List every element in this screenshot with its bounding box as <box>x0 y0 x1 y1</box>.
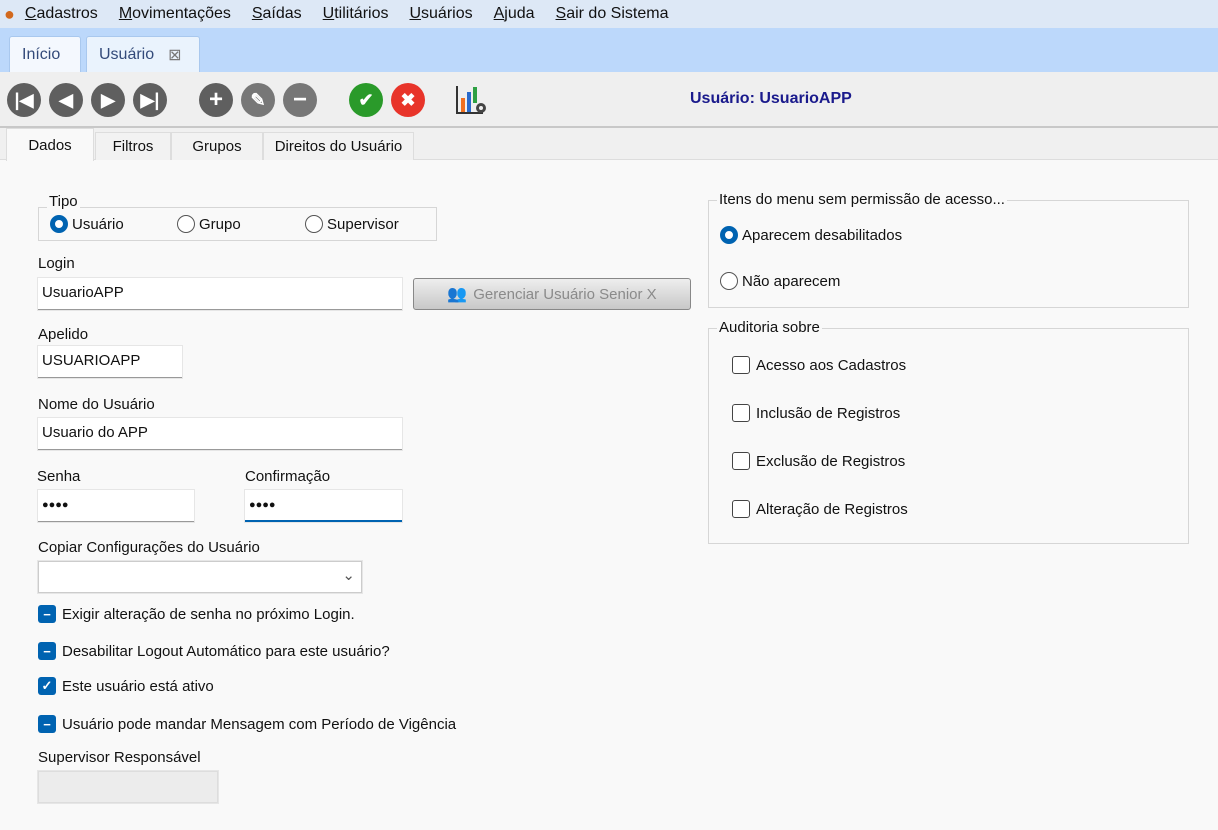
apelido-input[interactable]: USUARIOAPP <box>38 346 182 378</box>
supervisor-label: Supervisor Responsável <box>38 749 201 766</box>
menu-permission-legend: Itens do menu sem permissão de acesso... <box>717 191 1007 208</box>
checkbox-label: Desabilitar Logout Automático para este … <box>62 642 390 660</box>
nome-label: Nome do Usuário <box>38 396 155 413</box>
tipo-legend: Tipo <box>47 193 80 210</box>
checkbox-inclusao-registros[interactable]: Inclusão de Registros <box>732 404 900 422</box>
checkbox-indeterminate-icon: − <box>38 642 56 660</box>
menu-saidas[interactable]: Saídas <box>252 5 302 23</box>
radio-icon <box>177 215 195 233</box>
button-label: Gerenciar Usuário Senior X <box>473 285 657 303</box>
report-settings-icon[interactable] <box>455 84 489 116</box>
checkbox-label: Acesso aos Cadastros <box>756 356 907 374</box>
form-tabs: Dados Filtros Grupos Direitos do Usuário <box>0 128 1218 161</box>
auditoria-legend: Auditoria sobre <box>717 319 822 336</box>
radio-label: Aparecem desabilitados <box>742 226 903 244</box>
toolbar: |◀ ◀ ▶ ▶| + ✎ − ✔ ✖ Usuário: UsuarioAPP <box>0 72 1218 128</box>
apelido-label: Apelido <box>38 326 89 343</box>
checkbox-label: Usuário pode mandar Mensagem com Período… <box>62 715 457 733</box>
tab-inicio[interactable]: Início <box>9 36 81 72</box>
checkbox-exigir-senha[interactable]: − Exigir alteração de senha no próximo Lo… <box>38 605 355 623</box>
menu-ajuda[interactable]: Ajuda <box>494 5 535 23</box>
radio-icon <box>720 272 738 290</box>
menu-cadastros[interactable]: Cadastros <box>25 5 98 23</box>
login-label: Login <box>38 255 75 272</box>
checkbox-usuario-ativo[interactable]: ✓ Este usuário está ativo <box>38 677 214 695</box>
menu-movimentacoes[interactable]: Movimentações <box>119 5 231 23</box>
last-record-icon[interactable]: ▶| <box>133 83 167 117</box>
radio-label: Não aparecem <box>742 272 841 290</box>
radio-label: Grupo <box>199 215 241 233</box>
first-record-icon[interactable]: |◀ <box>7 83 41 117</box>
menu-bar: ● Cadastros Movimentações Saídas Utilitá… <box>0 0 1218 28</box>
add-icon[interactable]: + <box>199 83 233 117</box>
checkbox-checked-icon: ✓ <box>38 677 56 695</box>
cancel-x-icon[interactable]: ✖ <box>391 83 425 117</box>
checkbox-icon <box>732 356 750 374</box>
edit-pencil-icon[interactable]: ✎ <box>241 83 275 117</box>
radio-icon <box>305 215 323 233</box>
checkbox-label: Exigir alteração de senha no próximo Log… <box>62 605 355 623</box>
chevron-down-icon: ⌄ <box>342 567 355 584</box>
radio-supervisor[interactable]: Supervisor <box>305 215 399 233</box>
delete-minus-icon[interactable]: − <box>283 83 317 117</box>
checkbox-exclusao-registros[interactable]: Exclusão de Registros <box>732 452 905 470</box>
copiar-label: Copiar Configurações do Usuário <box>38 539 260 556</box>
checkbox-icon <box>732 500 750 518</box>
radio-selected-icon <box>720 226 738 244</box>
tab-label: Início <box>22 45 61 63</box>
nome-input[interactable]: Usuario do APP <box>38 418 402 450</box>
document-tabs: Início Usuário ⊠ <box>0 28 1218 72</box>
senha-label: Senha <box>37 468 81 485</box>
tab-filtros[interactable]: Filtros <box>95 132 171 160</box>
tab-direitos[interactable]: Direitos do Usuário <box>263 132 414 160</box>
menu-utilitarios[interactable]: Utilitários <box>323 5 389 23</box>
checkbox-mensagem-vigencia[interactable]: − Usuário pode mandar Mensagem com Períod… <box>38 715 456 733</box>
checkbox-desabilitar-logout[interactable]: − Desabilitar Logout Automático para este… <box>38 642 390 660</box>
checkbox-indeterminate-icon: − <box>38 715 56 733</box>
confirmacao-input[interactable]: ●●●● <box>245 490 402 522</box>
menu-permission-group: Itens do menu sem permissão de acesso... <box>708 191 1189 308</box>
copiar-select[interactable]: ⌄ <box>38 561 362 593</box>
next-record-icon[interactable]: ▶ <box>91 83 125 117</box>
checkbox-icon <box>732 404 750 422</box>
senha-input[interactable]: ●●●● <box>38 490 194 522</box>
record-title: Usuário: UsuarioAPP <box>690 90 852 107</box>
gerenciar-senior-button[interactable]: 👥 Gerenciar Usuário Senior X <box>413 278 691 310</box>
radio-aparecem-desabilitados[interactable]: Aparecem desabilitados <box>720 226 902 244</box>
checkbox-label: Este usuário está ativo <box>62 677 214 695</box>
tab-label: Usuário <box>99 45 155 63</box>
checkbox-label: Alteração de Registros <box>756 500 908 518</box>
menu-usuarios[interactable]: Usuários <box>409 5 472 23</box>
checkbox-acesso-cadastros[interactable]: Acesso aos Cadastros <box>732 356 906 374</box>
radio-label: Usuário <box>72 215 124 233</box>
confirmacao-label: Confirmação <box>245 468 331 485</box>
radio-label: Supervisor <box>327 215 399 233</box>
radio-selected-icon <box>50 215 68 233</box>
checkbox-alteracao-registros[interactable]: Alteração de Registros <box>732 500 908 518</box>
checkbox-label: Inclusão de Registros <box>756 404 901 422</box>
radio-grupo[interactable]: Grupo <box>177 215 241 233</box>
checkbox-label: Exclusão de Registros <box>756 452 906 470</box>
menu-sair[interactable]: Sair do Sistema <box>556 5 669 23</box>
confirm-check-icon[interactable]: ✔ <box>349 83 383 117</box>
radio-usuario[interactable]: Usuário <box>50 215 124 233</box>
app-logo-icon: ● <box>4 3 15 24</box>
tab-dados[interactable]: Dados <box>6 128 94 161</box>
login-input[interactable]: UsuarioAPP <box>38 278 402 310</box>
radio-nao-aparecem[interactable]: Não aparecem <box>720 272 840 290</box>
supervisor-input[interactable] <box>38 771 218 803</box>
checkbox-icon <box>732 452 750 470</box>
checkbox-indeterminate-icon: − <box>38 605 56 623</box>
tab-usuario[interactable]: Usuário ⊠ <box>86 36 200 72</box>
close-tab-icon[interactable]: ⊠ <box>168 45 181 65</box>
users-group-icon: 👥 <box>447 286 468 303</box>
previous-record-icon[interactable]: ◀ <box>49 83 83 117</box>
tab-grupos[interactable]: Grupos <box>171 132 263 160</box>
